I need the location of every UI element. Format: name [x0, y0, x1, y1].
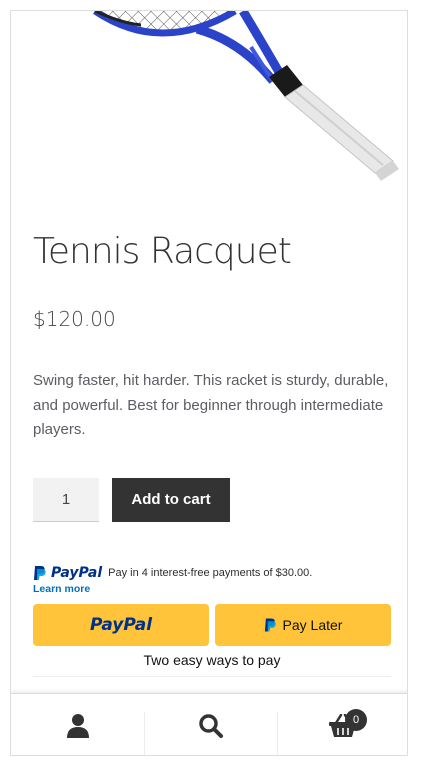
paypal-p-icon [264, 618, 276, 632]
footer-cart-link[interactable] [277, 694, 407, 755]
paypal-pay-later-message: PayPal Pay in 4 interest-free payments o… [33, 565, 393, 595]
product-title: Tennis Racquet [33, 231, 292, 272]
product-page: Tennis Racquet $120.00 Swing faster, hit… [10, 10, 408, 756]
tennis-racquet-image [93, 11, 399, 181]
footer-search-link[interactable] [144, 694, 277, 755]
paypal-logo-text: PayPal [51, 565, 103, 581]
paypal-logo: PayPal [33, 565, 102, 581]
quantity-input[interactable]: 1 [33, 478, 99, 522]
search-icon [198, 714, 223, 738]
paypal-p-icon [34, 566, 46, 580]
paypal-button-label: PayPal [89, 615, 153, 635]
paypal-message-text: Pay in 4 interest-free payments of $30.0… [108, 567, 313, 579]
paypal-tagline: Two easy ways to pay [143, 652, 281, 668]
handheld-footer-bar: 0 [11, 693, 407, 755]
cart-count-badge: 0 [345, 709, 367, 731]
pay-later-button[interactable]: Pay Later [215, 604, 391, 646]
product-description: Swing faster, hit harder. This racket is… [33, 372, 389, 438]
user-icon [66, 714, 89, 738]
divider [33, 676, 391, 677]
paypal-button[interactable]: PayPal [33, 604, 209, 646]
footer-account-link[interactable] [11, 694, 144, 755]
pay-later-label: Pay Later [282, 617, 343, 633]
add-to-cart-button[interactable]: Add to cart [112, 478, 230, 522]
product-price: $120.00 [33, 307, 116, 331]
learn-more-link[interactable]: Learn more [33, 583, 393, 595]
